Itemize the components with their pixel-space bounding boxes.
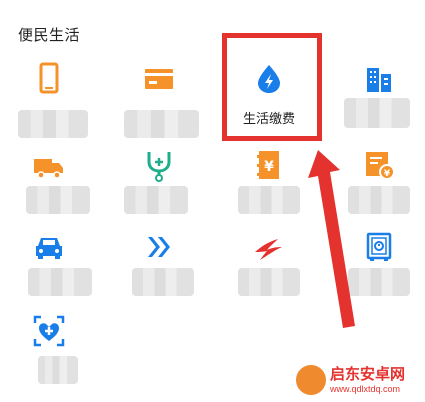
phone-icon <box>39 62 59 94</box>
blurred-label <box>38 356 78 384</box>
tile-stethoscope[interactable] <box>114 146 204 226</box>
double-chevron-icon <box>148 237 170 257</box>
section-title: 便民生活 <box>18 27 81 44</box>
svg-text:¥: ¥ <box>264 159 274 175</box>
blurred-label <box>18 110 88 138</box>
watermark: 启东安卓网 www.qdlxtdq.com <box>296 362 422 398</box>
tile-building[interactable] <box>334 58 424 138</box>
safe-icon <box>366 232 392 261</box>
tile-money[interactable]: ¥ <box>224 146 314 226</box>
tile-car[interactable] <box>4 228 94 308</box>
health-heart-icon <box>33 315 65 347</box>
tile-card[interactable] <box>114 58 204 138</box>
card-icon <box>145 69 173 89</box>
blurred-label <box>344 98 410 128</box>
blurred-label <box>238 268 300 296</box>
tile-truck[interactable] <box>4 146 94 226</box>
watermark-name: 启东安卓网 <box>330 365 406 383</box>
tile-invoice[interactable]: ¥ <box>334 146 424 226</box>
blurred-label <box>124 186 188 214</box>
blurred-label <box>348 268 410 296</box>
svg-text:¥: ¥ <box>384 169 391 179</box>
tile-phone[interactable] <box>4 58 94 138</box>
car-icon <box>36 238 62 259</box>
blurred-label <box>124 110 199 138</box>
tile-chevrons[interactable] <box>114 228 204 308</box>
tile-bird[interactable] <box>224 228 314 308</box>
blurred-label <box>28 268 92 296</box>
tile-health[interactable] <box>4 312 94 392</box>
watermark-logo-icon <box>296 365 326 395</box>
blurred-label <box>26 186 90 214</box>
invoice-icon: ¥ <box>366 152 395 180</box>
stethoscope-icon <box>147 152 171 182</box>
tile-safe[interactable] <box>334 228 424 308</box>
building-icon <box>367 68 391 92</box>
blurred-label <box>238 186 300 214</box>
yuan-book-icon: ¥ <box>257 151 279 179</box>
watermark-url: www.qdlxtdq.com <box>330 383 401 394</box>
blurred-label <box>132 268 194 296</box>
airline-bird-icon <box>255 239 282 260</box>
truck-icon <box>34 159 63 179</box>
highlight-box <box>222 33 322 141</box>
blurred-label <box>348 186 410 214</box>
